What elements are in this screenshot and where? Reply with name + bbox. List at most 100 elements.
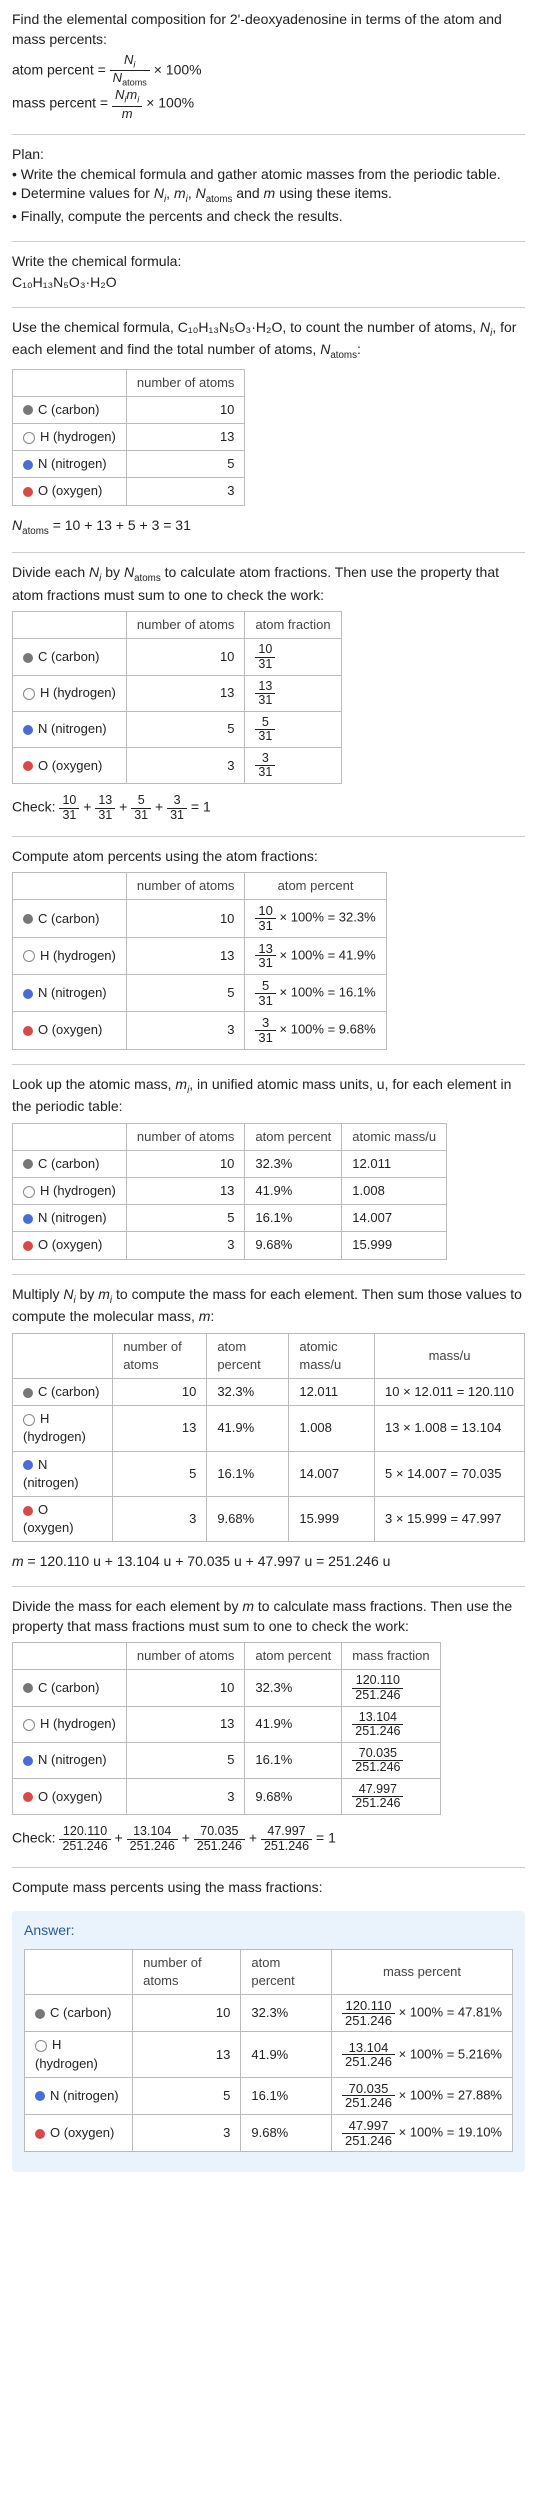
table-row: H (hydrogen)131331 × 100% = 41.9%: [13, 937, 387, 974]
oxygen-dot-icon: [23, 1506, 33, 1516]
table-row: C (carbon)10: [13, 396, 245, 423]
oxygen-dot-icon: [23, 1241, 33, 1251]
answer-title: Answer:: [24, 1921, 513, 1941]
oxygen-dot-icon: [23, 487, 33, 497]
separator: [12, 1274, 525, 1275]
separator: [12, 134, 525, 135]
table-row: N (nitrogen)5: [13, 451, 245, 478]
atom-percent-rhs: × 100%: [154, 62, 202, 78]
table-header-row: number of atomsatom percentmass percent: [25, 1949, 513, 1994]
plan-item-3: • Finally, compute the percents and chec…: [12, 207, 525, 227]
table-header-row: number of atomsatom percentmass fraction: [13, 1643, 441, 1670]
table-row: N (nitrogen)5531: [13, 711, 342, 747]
carbon-dot-icon: [23, 1388, 33, 1398]
nitrogen-dot-icon: [35, 2091, 45, 2101]
answer-table: number of atomsatom percentmass percent …: [24, 1949, 513, 2153]
answer-box: Answer: number of atomsatom percentmass …: [12, 1911, 525, 2172]
chemical-formula: C₁₀H₁₃N₅O₃·H₂O: [12, 273, 525, 293]
table-row: C (carbon)101031: [13, 639, 342, 675]
hydrogen-dot-icon: [35, 2040, 47, 2052]
atompct-lead: Compute atom percents using the atom fra…: [12, 847, 525, 867]
table-row: C (carbon)1032.3%120.110251.246 × 100% =…: [25, 1995, 513, 2032]
nitrogen-dot-icon: [23, 1214, 33, 1224]
hydrogen-dot-icon: [23, 1719, 35, 1731]
table-row: O (oxygen)39.68%47.997251.246 × 100% = 1…: [25, 2115, 513, 2152]
mass-fraction-table: number of atomsatom percentmass fraction…: [12, 1642, 441, 1815]
separator: [12, 1064, 525, 1065]
table-row: H (hydrogen)1341.9%1.008: [13, 1178, 447, 1205]
table-header-row: number of atomsatom percentatomic mass/u: [13, 1123, 447, 1150]
table-row: C (carbon)101031 × 100% = 32.3%: [13, 900, 387, 937]
molecular-mass-table: number of atomsatom percentatomic mass/u…: [12, 1333, 525, 1543]
atomic-mass-table: number of atomsatom percentatomic mass/u…: [12, 1123, 447, 1260]
hydrogen-dot-icon: [23, 950, 35, 962]
intro-text: Find the elemental composition for 2'-de…: [12, 10, 525, 49]
mass-percent-formula: mass percent = Nimi m × 100%: [12, 88, 525, 120]
carbon-dot-icon: [35, 2009, 45, 2019]
atom-count-table: number of atoms C (carbon)10 H (hydrogen…: [12, 369, 245, 506]
carbon-dot-icon: [23, 914, 33, 924]
carbon-dot-icon: [23, 653, 33, 663]
nitrogen-dot-icon: [23, 989, 33, 999]
table-row: N (nitrogen)516.1%14.007: [13, 1205, 447, 1232]
table-row: N (nitrogen)516.1%70.035251.246 × 100% =…: [25, 2077, 513, 2114]
separator: [12, 1586, 525, 1587]
nitrogen-dot-icon: [23, 1460, 33, 1470]
atom-percent-table: number of atomsatom percent C (carbon)10…: [12, 872, 387, 1049]
table-row: N (nitrogen)5531 × 100% = 16.1%: [13, 975, 387, 1012]
carbon-dot-icon: [23, 1159, 33, 1169]
separator: [12, 241, 525, 242]
col-number-of-atoms: number of atoms: [126, 369, 245, 396]
atom-percent-fraction: Ni Natoms: [110, 53, 150, 88]
atom-percent-formula: atom percent = Ni Natoms × 100%: [12, 53, 525, 88]
table-row: O (oxygen)39.68%15.9993 × 15.999 = 47.99…: [13, 1497, 525, 1542]
mass-percent-rhs: × 100%: [146, 95, 194, 111]
atomic-mass-block: Look up the atomic mass, mi, in unified …: [12, 1075, 525, 1260]
massfrac-check: Check: 120.110251.246 + 13.104251.246 + …: [12, 1825, 525, 1852]
carbon-dot-icon: [23, 405, 33, 415]
table-header-row: number of atoms: [13, 369, 245, 396]
plan-block: Plan: • Write the chemical formula and g…: [12, 145, 525, 226]
nitrogen-dot-icon: [23, 1756, 33, 1766]
table-row: O (oxygen)39.68%47.997251.246: [13, 1779, 441, 1815]
table-row: O (oxygen)3331: [13, 748, 342, 784]
masspct-lead: Compute mass percents using the mass fra…: [12, 1878, 525, 1898]
table-row: C (carbon)1032.3%120.110251.246: [13, 1670, 441, 1706]
mass-percent-fraction: Nimi m: [112, 88, 142, 120]
hydrogen-dot-icon: [23, 432, 35, 444]
atom-fraction-table: number of atomsatom fraction C (carbon)1…: [12, 611, 342, 784]
table-row: H (hydrogen)1341.9%1.00813 × 1.008 = 13.…: [13, 1406, 525, 1451]
atomfrac-lead: Divide each Ni by Natoms to calculate at…: [12, 563, 525, 605]
table-row: H (hydrogen)1341.9%13.104251.246 × 100% …: [25, 2032, 513, 2077]
atom-count-sum: Natoms = 10 + 13 + 5 + 3 = 31: [12, 516, 525, 539]
separator: [12, 552, 525, 553]
oxygen-dot-icon: [35, 2129, 45, 2139]
table-row: O (oxygen)3331 × 100% = 9.68%: [13, 1012, 387, 1049]
intro-block: Find the elemental composition for 2'-de…: [12, 10, 525, 120]
massfrac-lead: Divide the mass for each element by m to…: [12, 1597, 525, 1636]
atom-count-block: Use the chemical formula, C₁₀H₁₃N₅O₃·H₂O…: [12, 318, 525, 538]
molmass-sum: m = 120.110 u + 13.104 u + 70.035 u + 47…: [12, 1552, 525, 1572]
table-row: C (carbon)1032.3%12.01110 × 12.011 = 120…: [13, 1379, 525, 1406]
plan-item-2: • Determine values for Ni, mi, Natoms an…: [12, 184, 525, 207]
separator: [12, 836, 525, 837]
molecular-mass-block: Multiply Ni by mi to compute the mass fo…: [12, 1285, 525, 1572]
formula-block: Write the chemical formula: C₁₀H₁₃N₅O₃·H…: [12, 252, 525, 293]
count-lead: Use the chemical formula, C₁₀H₁₃N₅O₃·H₂O…: [12, 318, 525, 363]
plan-title: Plan:: [12, 145, 525, 165]
formula-lead: Write the chemical formula:: [12, 252, 525, 272]
hydrogen-dot-icon: [23, 688, 35, 700]
table-row: N (nitrogen)516.1%70.035251.246: [13, 1742, 441, 1778]
atom-percent-block: Compute atom percents using the atom fra…: [12, 847, 525, 1050]
masses-lead: Look up the atomic mass, mi, in unified …: [12, 1075, 525, 1117]
table-row: H (hydrogen)1341.9%13.104251.246: [13, 1706, 441, 1742]
carbon-dot-icon: [23, 1683, 33, 1693]
table-header-row: number of atomsatom percentatomic mass/u…: [13, 1333, 525, 1378]
table-header-row: number of atomsatom fraction: [13, 612, 342, 639]
oxygen-dot-icon: [23, 761, 33, 771]
table-row: O (oxygen)3: [13, 478, 245, 505]
hydrogen-dot-icon: [23, 1186, 35, 1198]
oxygen-dot-icon: [23, 1792, 33, 1802]
mass-percent-lead-block: Compute mass percents using the mass fra…: [12, 1878, 525, 1898]
table-row: H (hydrogen)13: [13, 424, 245, 451]
